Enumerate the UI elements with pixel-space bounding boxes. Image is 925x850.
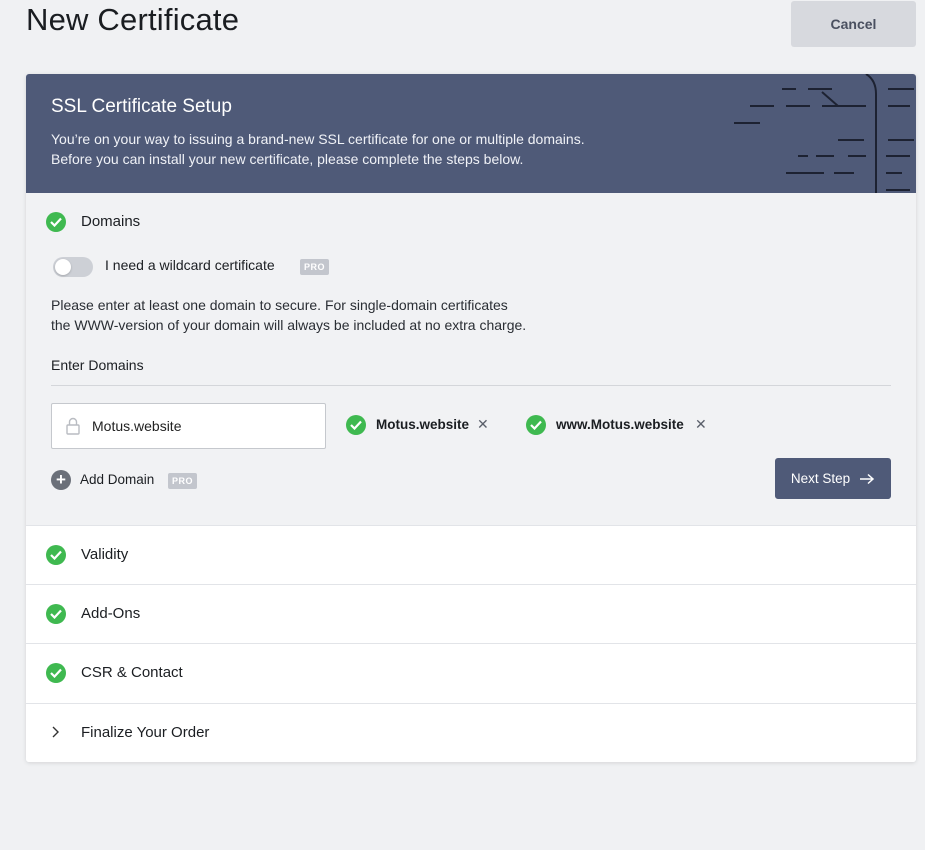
wildcard-toggle[interactable]	[53, 257, 93, 277]
certificate-setup-card: SSL Certificate Setup You’re on your way…	[26, 74, 916, 762]
step-label: Finalize Your Order	[81, 724, 210, 741]
help-line-1: Please enter at least one domain to secu…	[51, 297, 508, 313]
arrow-right-icon	[860, 473, 875, 484]
pro-badge: PRO	[168, 473, 198, 489]
next-step-button[interactable]: Next Step	[775, 458, 891, 499]
domain-chip-label: www.Motus.website	[556, 417, 684, 432]
check-circle-icon	[346, 415, 366, 435]
check-circle-icon	[46, 545, 66, 565]
banner-description: You’re on your way to issuing a brand-ne…	[51, 129, 731, 169]
banner-title: SSL Certificate Setup	[51, 96, 232, 117]
step-label: CSR & Contact	[81, 664, 183, 681]
check-circle-icon	[46, 212, 66, 232]
chevron-right-icon	[52, 726, 59, 738]
plus-circle-icon: +	[51, 470, 71, 490]
step-validity[interactable]: Validity	[26, 525, 916, 585]
check-circle-icon	[46, 604, 66, 624]
step-add-ons[interactable]: Add-Ons	[26, 584, 916, 644]
domains-step-label: Domains	[81, 213, 141, 230]
domain-input[interactable]	[92, 404, 317, 448]
wildcard-toggle-label: I need a wildcard certificate	[105, 257, 275, 273]
decorative-lines-illustration	[734, 74, 914, 193]
pro-badge: PRO	[300, 259, 330, 275]
domain-input-field	[51, 403, 326, 449]
check-circle-icon	[526, 415, 546, 435]
page-title: New Certificate	[26, 2, 240, 37]
domain-help-text: Please enter at least one domain to secu…	[51, 295, 571, 335]
toggle-knob	[55, 259, 71, 275]
add-domain-label: Add Domain	[80, 472, 155, 487]
domain-chip-label: Motus.website	[376, 417, 470, 432]
step-label: Validity	[81, 546, 129, 563]
remove-domain-icon[interactable]: ✕	[477, 416, 489, 433]
step-finalize-order[interactable]: Finalize Your Order	[26, 703, 916, 762]
cancel-button[interactable]: Cancel	[791, 1, 916, 47]
banner-line-1: You’re on your way to issuing a brand-ne…	[51, 131, 585, 147]
step-label: Add-Ons	[81, 605, 141, 622]
help-line-2: the WWW-version of your domain will alwa…	[51, 317, 527, 333]
setup-banner: SSL Certificate Setup You’re on your way…	[26, 74, 916, 193]
enter-domains-heading: Enter Domains	[51, 357, 144, 373]
section-divider	[51, 385, 891, 386]
lock-icon	[66, 417, 80, 435]
banner-line-2: Before you can install your new certific…	[51, 151, 524, 167]
next-step-label: Next Step	[790, 471, 851, 486]
remove-domain-icon[interactable]: ✕	[695, 416, 707, 433]
domains-step-section: Domains I need a wildcard certificate PR…	[26, 193, 916, 525]
step-csr-contact[interactable]: CSR & Contact	[26, 643, 916, 703]
check-circle-icon	[46, 663, 66, 683]
